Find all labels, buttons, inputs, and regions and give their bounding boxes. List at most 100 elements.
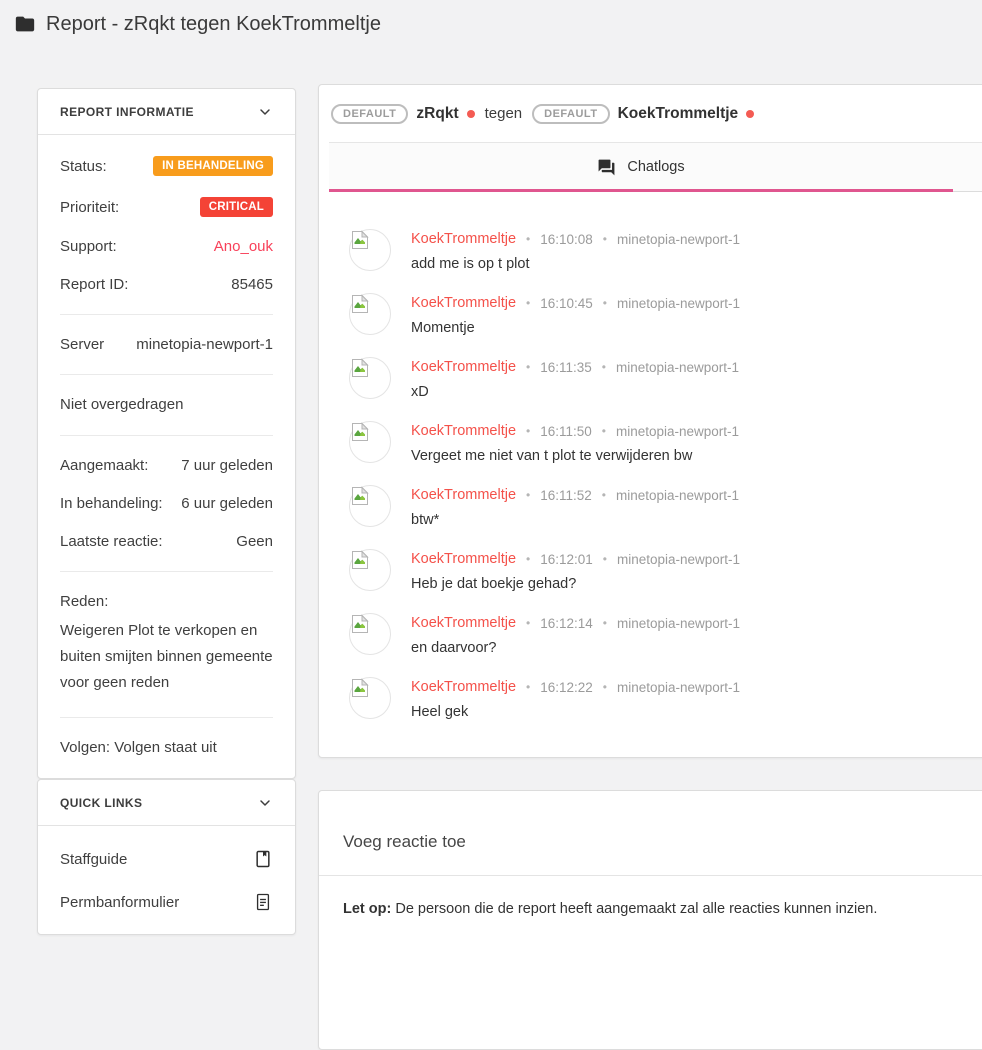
chat-message-body: KoekTrommeltje • 16:10:08 • minetopia-ne… [411, 229, 740, 275]
broken-image-icon [351, 614, 369, 634]
avatar [349, 549, 391, 591]
separator-dot: • [602, 488, 606, 502]
separator-dot: • [526, 424, 530, 438]
separator-dot: • [526, 232, 530, 246]
chat-message: KoekTrommeltje • 16:10:08 • minetopia-ne… [349, 229, 982, 275]
chat-server: minetopia-newport-1 [617, 616, 740, 631]
quick-link-staffguide[interactable]: Staffguide [38, 849, 295, 869]
tab-chatlogs[interactable]: Chatlogs [329, 143, 953, 191]
server-section: Server minetopia-newport-1 [38, 315, 295, 374]
chat-author-link[interactable]: KoekTrommeltje [411, 487, 516, 503]
chat-message-meta: KoekTrommeltje • 16:10:45 • minetopia-ne… [411, 293, 740, 313]
reaction-note-bold: Let op: [343, 901, 391, 917]
reason-section: Reden: Weigeren Plot te verkopen en buit… [38, 572, 295, 717]
timing-section: Aangemaakt: 7 uur geleden In behandeling… [38, 436, 295, 571]
last-reaction-label: Laatste reactie: [60, 533, 163, 550]
rank-badge-reporter: DEFAULT [331, 104, 408, 124]
chat-timestamp: 16:10:45 [540, 296, 593, 311]
chat-message-body: KoekTrommeltje • 16:10:45 • minetopia-ne… [411, 293, 740, 339]
chat-author-link[interactable]: KoekTrommeltje [411, 359, 516, 375]
separator-dot: • [603, 616, 607, 630]
chat-timestamp: 16:12:22 [540, 680, 593, 695]
chat-author-link[interactable]: KoekTrommeltje [411, 295, 516, 311]
separator-dot: • [603, 232, 607, 246]
status-label: Status: [60, 158, 107, 175]
last-reaction-row: Laatste reactie: Geen [60, 533, 273, 550]
chat-message: KoekTrommeltje • 16:11:35 • minetopia-ne… [349, 357, 982, 403]
chat-message: KoekTrommeltje • 16:12:01 • minetopia-ne… [349, 549, 982, 595]
report-id-label: Report ID: [60, 276, 128, 293]
chat-message-meta: KoekTrommeltje • 16:12:14 • minetopia-ne… [411, 613, 740, 633]
chat-list: KoekTrommeltje • 16:10:08 • minetopia-ne… [319, 192, 982, 723]
support-user-link[interactable]: Ano_ouk [214, 238, 273, 255]
support-row: Support: Ano_ouk [60, 238, 273, 255]
chat-message-meta: KoekTrommeltje • 16:11:35 • minetopia-ne… [411, 357, 739, 377]
chevron-down-icon[interactable] [257, 795, 273, 811]
follow-status: Volgen: Volgen staat uit [60, 739, 217, 756]
broken-image-icon [351, 486, 369, 506]
chat-timestamp: 16:11:50 [540, 424, 592, 439]
chat-author-link[interactable]: KoekTrommeltje [411, 615, 516, 631]
chat-message: KoekTrommeltje • 16:12:14 • minetopia-ne… [349, 613, 982, 659]
avatar [349, 485, 391, 527]
separator-dot: • [526, 360, 530, 374]
support-label: Support: [60, 238, 117, 255]
broken-image-icon [351, 294, 369, 314]
created-row: Aangemaakt: 7 uur geleden [60, 457, 273, 474]
priority-row: Prioriteit: CRITICAL [60, 197, 273, 217]
chat-text: add me is op t plot [411, 253, 740, 275]
priority-label: Prioriteit: [60, 199, 119, 216]
rank-badge-reported: DEFAULT [532, 104, 609, 124]
separator-dot: • [603, 552, 607, 566]
server-row: Server minetopia-newport-1 [60, 336, 273, 353]
created-value: 7 uur geleden [181, 457, 273, 474]
page-header: Report - zRqkt tegen KoekTrommeltje [0, 0, 982, 48]
quick-links-panel: QUICK LINKS Staffguide Permbanformulier [37, 779, 296, 935]
reaction-header: Voeg reactie toe [319, 791, 982, 876]
chat-text: btw* [411, 509, 739, 531]
chat-timestamp: 16:11:52 [540, 488, 592, 503]
report-id-value: 85465 [231, 276, 273, 293]
chevron-down-icon[interactable] [257, 104, 273, 120]
chat-text: Vergeet me niet van t plot te verwijdere… [411, 445, 739, 467]
reaction-note: Let op: De persoon die de report heeft a… [319, 876, 982, 942]
chat-message: KoekTrommeltje • 16:10:45 • minetopia-ne… [349, 293, 982, 339]
chat-message-body: KoekTrommeltje • 16:12:22 • minetopia-ne… [411, 677, 740, 723]
chat-message: KoekTrommeltje • 16:12:22 • minetopia-ne… [349, 677, 982, 723]
chat-server: minetopia-newport-1 [616, 488, 739, 503]
quick-links-header: QUICK LINKS [38, 780, 295, 826]
quick-links-title: QUICK LINKS [60, 796, 142, 810]
separator-dot: • [603, 296, 607, 310]
separator-dot: • [526, 296, 530, 310]
report-info-header: REPORT INFORMATIE [38, 89, 295, 135]
reporter-name-link[interactable]: zRqkt [416, 105, 458, 123]
separator-dot: • [603, 680, 607, 694]
chat-message-body: KoekTrommeltje • 16:11:50 • minetopia-ne… [411, 421, 739, 467]
broken-image-icon [351, 678, 369, 698]
broken-image-icon [351, 230, 369, 250]
chat-server: minetopia-newport-1 [617, 680, 740, 695]
chat-message-body: KoekTrommeltje • 16:12:01 • minetopia-ne… [411, 549, 740, 595]
separator-dot: • [526, 616, 530, 630]
reported-name-link[interactable]: KoekTrommeltje [618, 105, 739, 123]
broken-image-icon [351, 550, 369, 570]
separator-dot: • [602, 424, 606, 438]
last-reaction-value: Geen [236, 533, 273, 550]
quick-link-permbanformulier[interactable]: Permbanformulier [38, 892, 295, 912]
chat-timestamp: 16:12:14 [540, 616, 593, 631]
status-badge: IN BEHANDELING [153, 156, 273, 176]
chat-author-link[interactable]: KoekTrommeltje [411, 551, 516, 567]
chat-author-link[interactable]: KoekTrommeltje [411, 423, 516, 439]
chat-text: Heel gek [411, 701, 740, 723]
book-icon [253, 849, 273, 869]
chat-server: minetopia-newport-1 [616, 424, 739, 439]
report-info-main-section: Status: IN BEHANDELING Prioriteit: CRITI… [38, 135, 295, 314]
chat-message: KoekTrommeltje • 16:11:50 • minetopia-ne… [349, 421, 982, 467]
chat-author-link[interactable]: KoekTrommeltje [411, 231, 516, 247]
chat-text: Momentje [411, 317, 740, 339]
avatar [349, 421, 391, 463]
report-info-panel: REPORT INFORMATIE Status: IN BEHANDELING… [37, 88, 296, 779]
chat-server: minetopia-newport-1 [617, 296, 740, 311]
chat-timestamp: 16:10:08 [540, 232, 593, 247]
chat-author-link[interactable]: KoekTrommeltje [411, 679, 516, 695]
